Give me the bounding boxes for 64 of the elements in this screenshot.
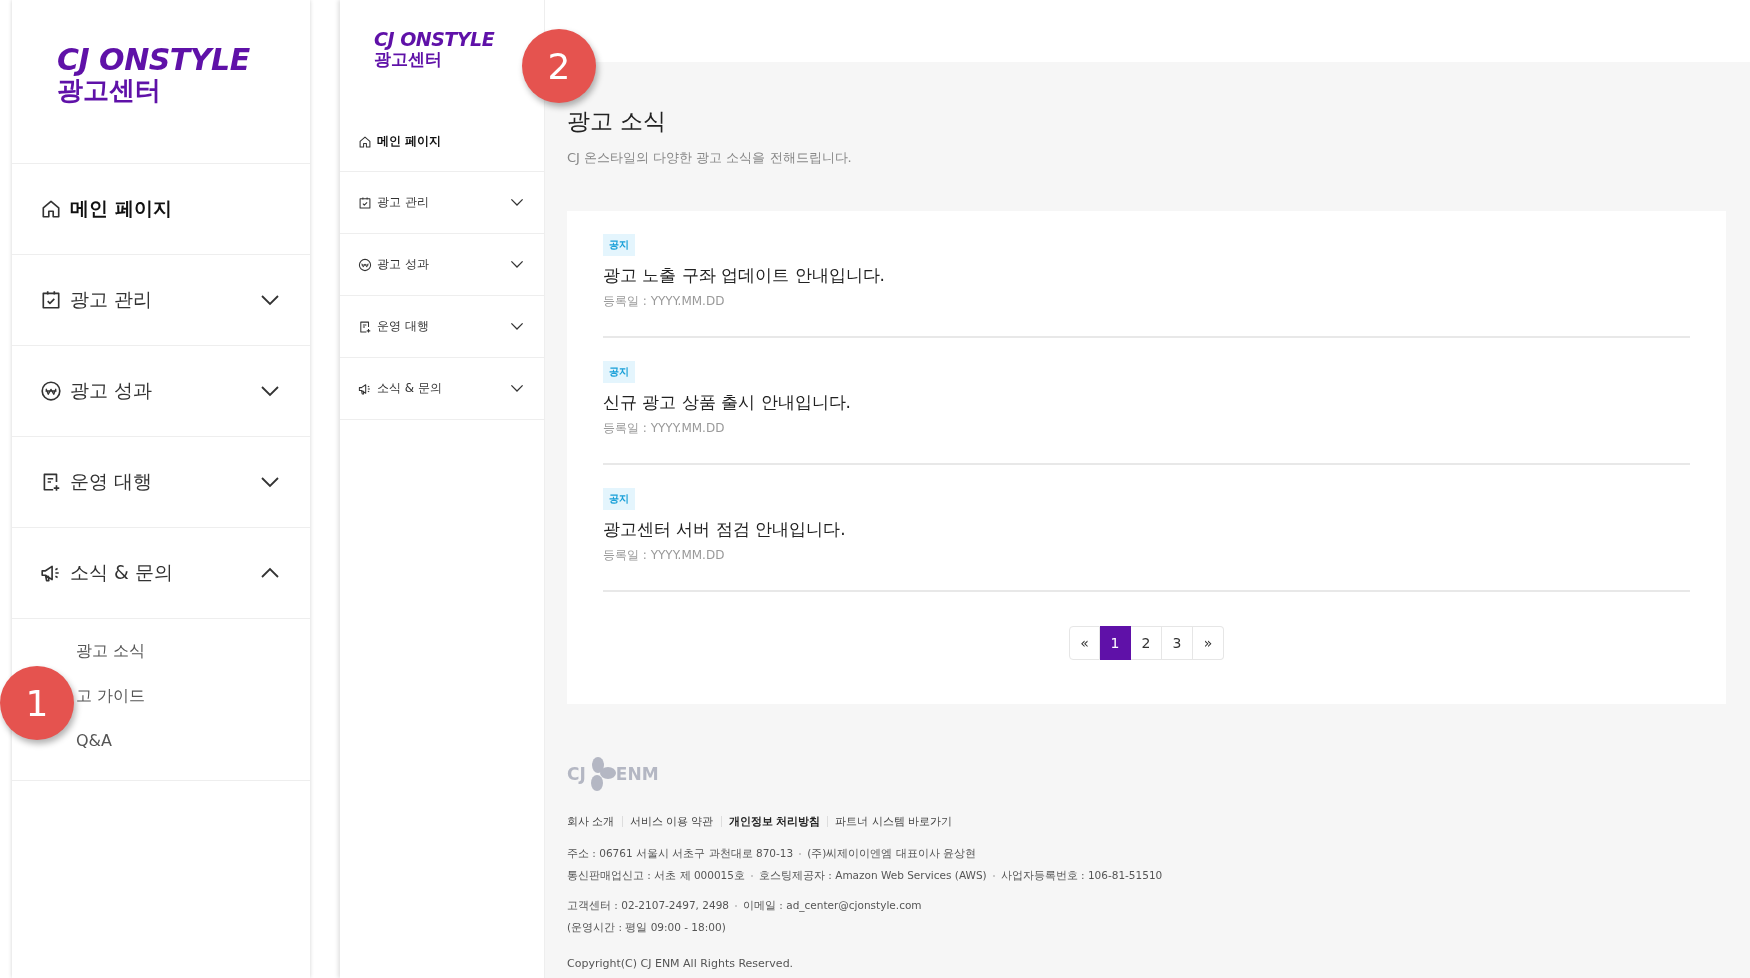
chevron-icon xyxy=(260,385,280,397)
notice-date: 등록일 : YYYY.MM.DD xyxy=(603,293,725,310)
won-coin-icon xyxy=(358,257,372,272)
chevron-icon xyxy=(510,384,524,393)
footer-logo-text: ENM xyxy=(615,764,659,784)
notice-title[interactable]: 신규 광고 상품 출시 안내입니다. xyxy=(603,391,852,414)
menu-item[interactable]: 광고 성과 xyxy=(340,234,544,296)
footer-info-text: (운영시간 : 평일 09:00 - 18:00) xyxy=(567,921,726,935)
home-icon xyxy=(358,134,372,149)
submenu-item[interactable]: Q&A xyxy=(76,731,112,750)
menu-item[interactable]: 메인 페이지 xyxy=(340,112,544,172)
notice-title[interactable]: 광고센터 서버 점검 안내입니다. xyxy=(603,518,846,541)
footer-link[interactable]: 파트너 시스템 바로가기 xyxy=(835,814,953,829)
document-plus-icon xyxy=(358,319,372,334)
notice-tag: 공지 xyxy=(603,361,635,383)
footer-info-text: 사업자등록번호 : 106-81-51510 xyxy=(1000,869,1163,883)
page-subtitle: CJ 온스타일의 다양한 광고 소식을 전해드립니다. xyxy=(567,149,852,167)
calendar-check-icon xyxy=(40,289,62,311)
megaphone-icon xyxy=(358,381,372,396)
footer-info-text: 고객센터 : 02-2107-2497, 2498 xyxy=(567,899,729,913)
notice-date: 등록일 : YYYY.MM.DD xyxy=(603,547,725,564)
footer-logo-text: CJ xyxy=(567,764,586,784)
notice-tag: 공지 xyxy=(603,488,635,510)
chevron-icon xyxy=(510,322,524,331)
submenu-item[interactable]: 고 가이드 xyxy=(76,686,146,707)
menu-item[interactable]: 소식 & 문의 xyxy=(12,528,310,619)
page-button[interactable]: 2 xyxy=(1131,626,1162,660)
footer-link[interactable]: 회사 소개 xyxy=(567,814,615,829)
page-button[interactable]: 1 xyxy=(1100,626,1131,660)
calendar-check-icon xyxy=(358,195,372,210)
footer-info-text: 통신판매업신고 : 서초 제 000015호 xyxy=(567,869,745,883)
notice-tag: 공지 xyxy=(603,234,635,256)
brand-logo[interactable]: CJ ONSTYLE xyxy=(374,30,495,50)
chevron-icon xyxy=(260,476,280,488)
brand-subtitle: 광고센터 xyxy=(57,75,161,105)
page-button[interactable]: » xyxy=(1193,626,1224,660)
won-coin-icon xyxy=(40,380,62,402)
menu-item[interactable]: 광고 성과 xyxy=(12,346,310,437)
menu-item[interactable]: 소식 & 문의 xyxy=(340,358,544,420)
footer-link[interactable]: 서비스 이용 약관 xyxy=(629,814,714,829)
chevron-icon xyxy=(510,260,524,269)
chevron-icon xyxy=(510,198,524,207)
menu-item[interactable]: 운영 대행 xyxy=(12,437,310,528)
page-button[interactable]: 3 xyxy=(1162,626,1193,660)
menu-item[interactable]: 광고 관리 xyxy=(340,172,544,234)
copyright-text: Copyright(C) CJ ENM All Rights Reserved. xyxy=(567,957,794,970)
menu-item[interactable]: 운영 대행 xyxy=(340,296,544,358)
notice-date: 등록일 : YYYY.MM.DD xyxy=(603,420,725,437)
page-title: 광고 소식 xyxy=(567,107,667,136)
brand-logo[interactable]: CJ ONSTYLE xyxy=(57,44,250,76)
footer-info-text: 이메일 : ad_center@cjonstyle.com xyxy=(743,899,922,913)
home-icon xyxy=(40,198,62,220)
menu-item[interactable]: 광고 관리 xyxy=(12,255,310,346)
notice-title[interactable]: 광고 노출 구좌 업데이트 안내입니다. xyxy=(603,264,886,287)
submenu-item[interactable]: 광고 소식 xyxy=(76,641,146,662)
brand-subtitle: 광고센터 xyxy=(374,49,442,69)
page-button[interactable]: « xyxy=(1069,626,1100,660)
chevron-icon xyxy=(260,567,280,579)
chevron-icon xyxy=(260,294,280,306)
footer-info-text: (주)씨제이이엔엠 대표이사 윤상현 xyxy=(807,847,977,861)
footer-info-text: 호스팅제공자 : Amazon Web Services (AWS) xyxy=(759,869,987,883)
footer-link[interactable]: 개인정보 처리방침 xyxy=(728,814,821,829)
footer-info-text: 주소 : 06761 서울시 서초구 과천대로 870-13 xyxy=(567,847,794,861)
menu-item[interactable]: 메인 페이지 xyxy=(12,164,310,255)
